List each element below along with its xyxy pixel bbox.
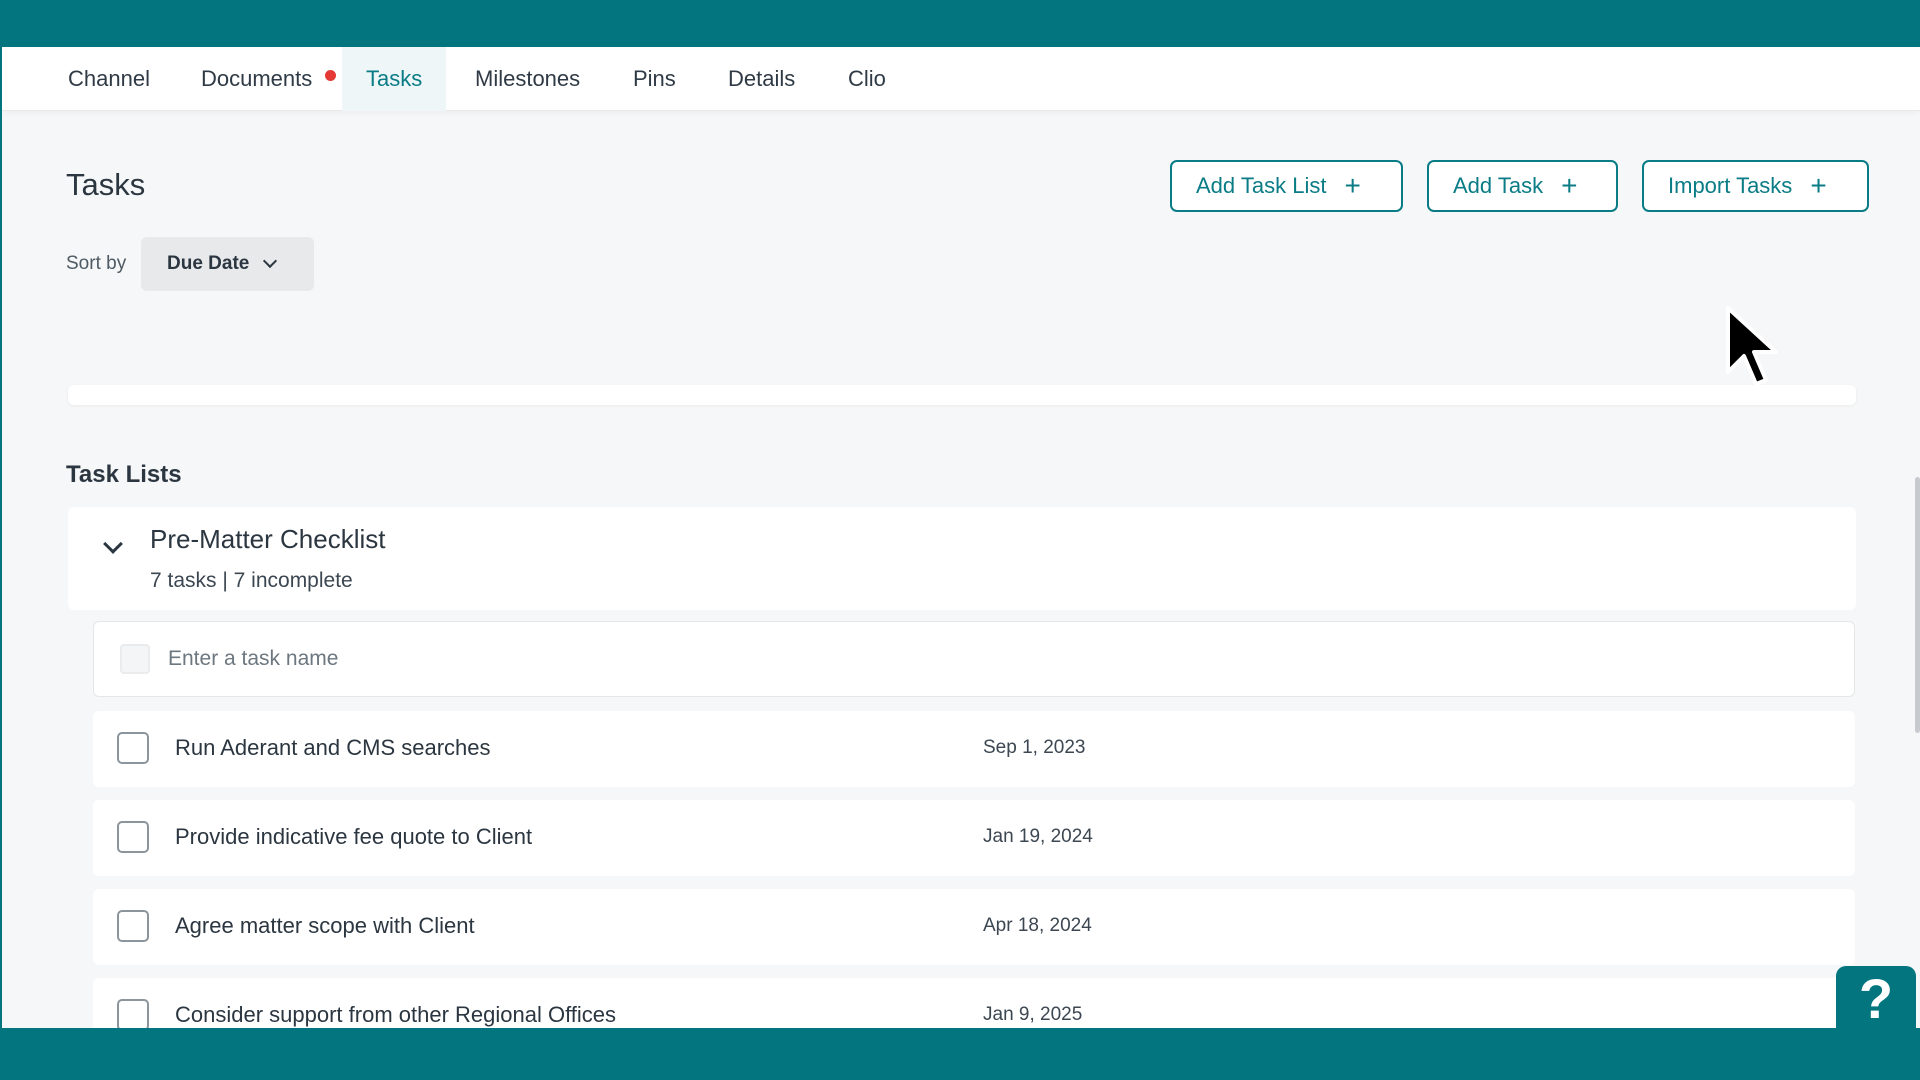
button-label: Import Tasks [1668, 173, 1793, 198]
chevron-down-icon [263, 253, 278, 269]
help-button[interactable]: ? [1836, 966, 1916, 1030]
task-row[interactable]: Run Aderant and CMS searches Sep 1, 2023 [93, 711, 1855, 787]
add-task-button[interactable]: Add Task + [1427, 160, 1618, 212]
task-row[interactable]: Consider support from other Regional Off… [93, 978, 1855, 1028]
task-checkbox[interactable] [117, 821, 149, 853]
tab-milestones[interactable]: Milestones [451, 47, 604, 111]
task-checkbox[interactable] [117, 910, 149, 942]
page-title: Tasks [66, 167, 146, 202]
task-name: Agree matter scope with Client [175, 913, 475, 938]
task-checkbox[interactable] [117, 999, 149, 1028]
tab-label: Channel [68, 66, 150, 91]
task-list-summary: 7 tasks | 7 incomplete [150, 569, 353, 592]
tab-tasks[interactable]: Tasks [342, 47, 447, 111]
task-list-name: Pre-Matter Checklist [150, 524, 386, 554]
task-due-date: Sep 1, 2023 [983, 737, 1086, 758]
plus-icon: + [1344, 170, 1361, 201]
task-row[interactable]: Agree matter scope with Client Apr 18, 2… [93, 889, 1855, 965]
scrollbar[interactable] [1915, 477, 1920, 733]
sort-label: Sort by [66, 253, 127, 274]
tab-label: Milestones [475, 66, 581, 91]
button-label: Add Task [1453, 173, 1544, 198]
task-list-header[interactable]: Pre-Matter Checklist 7 tasks | 7 incompl… [68, 507, 1856, 610]
tab-documents[interactable]: Documents [177, 47, 344, 111]
app-window: Channel Documents Tasks Milestones Pins … [2, 47, 1920, 1028]
task-due-date: Jan 9, 2025 [983, 1004, 1083, 1025]
tab-details[interactable]: Details [704, 47, 819, 111]
tab-label: Documents [201, 66, 313, 91]
tab-channel[interactable]: Channel [44, 47, 174, 111]
new-task-checkbox [120, 644, 150, 674]
bottom-frame-band [0, 1028, 1920, 1080]
task-due-date: Jan 19, 2024 [983, 826, 1093, 847]
task-due-date: Apr 18, 2024 [983, 915, 1092, 936]
mouse-pointer-icon [1726, 306, 1778, 386]
add-task-list-button[interactable]: Add Task List + [1170, 160, 1403, 212]
chevron-down-icon[interactable] [103, 534, 123, 554]
tab-pins[interactable]: Pins [609, 47, 700, 111]
sort-selected-value: Due Date [167, 253, 250, 274]
tab-clio[interactable]: Clio [824, 47, 910, 111]
new-task-row [93, 621, 1855, 697]
task-name: Run Aderant and CMS searches [175, 735, 491, 760]
task-row[interactable]: Provide indicative fee quote to Client J… [93, 800, 1855, 876]
collapsed-panel-strip [68, 385, 1856, 405]
plus-icon: + [1810, 170, 1827, 201]
tab-bar: Channel Documents Tasks Milestones Pins … [2, 47, 1920, 111]
notification-dot [325, 70, 337, 81]
sort-dropdown[interactable]: Due Date [141, 237, 314, 291]
import-tasks-button[interactable]: Import Tasks + [1642, 160, 1869, 212]
plus-icon: + [1561, 170, 1578, 201]
task-checkbox[interactable] [117, 732, 149, 764]
tab-label: Pins [633, 66, 676, 91]
tab-label: Tasks [366, 66, 423, 91]
task-lists-heading: Task Lists [66, 461, 182, 488]
tab-label: Clio [848, 66, 886, 91]
top-frame-band [0, 0, 1920, 47]
task-name: Consider support from other Regional Off… [175, 1002, 617, 1027]
button-label: Add Task List [1196, 173, 1327, 198]
new-task-input[interactable] [168, 636, 1768, 682]
task-name: Provide indicative fee quote to Client [175, 824, 533, 849]
tab-label: Details [728, 66, 796, 91]
